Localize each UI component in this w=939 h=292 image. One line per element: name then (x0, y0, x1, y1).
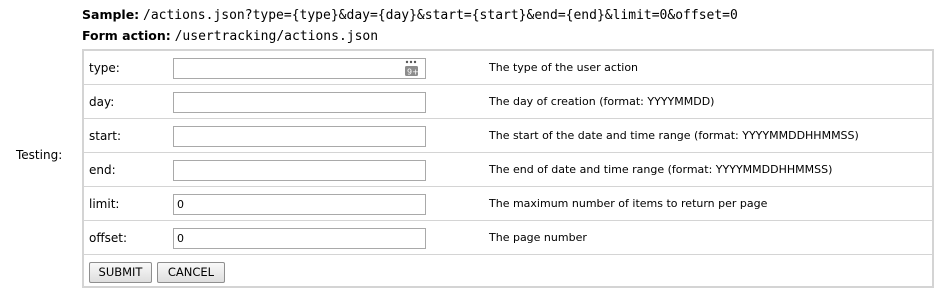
field-label: day: (89, 95, 115, 109)
form-action-line: Form action: /usertracking/actions.json (82, 27, 378, 45)
testing-form: type: 9+ The type of the user action day… (82, 49, 934, 288)
field-label: type: (89, 61, 120, 75)
field-label: start: (89, 129, 121, 143)
field-row-limit: limit: The maximum number of items to re… (84, 187, 932, 221)
testing-label: Testing: (16, 148, 63, 162)
sample-line: Sample: /actions.json?type={type}&day={d… (82, 6, 738, 24)
sample-label: Sample: (82, 7, 140, 22)
day-input[interactable] (173, 92, 426, 113)
field-row-offset: offset: The page number (84, 221, 932, 255)
svg-text:9+: 9+ (407, 68, 419, 77)
sample-url: /actions.json?type={type}&day={day}&star… (143, 8, 738, 23)
field-label: limit: (89, 197, 120, 211)
field-description: The page number (489, 231, 587, 244)
limit-input[interactable] (173, 194, 426, 215)
field-description: The start of the date and time range (fo… (489, 129, 859, 142)
field-row-end: end: The end of date and time range (for… (84, 153, 932, 187)
cancel-button[interactable]: CANCEL (157, 262, 225, 283)
offset-input[interactable] (173, 228, 426, 249)
field-description: The end of date and time range (format: … (489, 163, 833, 176)
type-input[interactable] (173, 58, 426, 79)
field-label: end: (89, 163, 116, 177)
form-action-label: Form action: (82, 28, 171, 43)
submit-button[interactable]: SUBMIT (89, 262, 152, 283)
field-description: The type of the user action (489, 61, 639, 74)
field-row-day: day: The day of creation (format: YYYYMM… (84, 85, 932, 119)
form-action-url: /usertracking/actions.json (174, 29, 379, 44)
start-input[interactable] (173, 126, 426, 147)
end-input[interactable] (173, 160, 426, 181)
field-description: The day of creation (format: YYYYMMDD) (489, 95, 715, 108)
field-row-start: start: The start of the date and time ra… (84, 119, 932, 153)
picker-icon[interactable]: 9+ (404, 60, 422, 77)
field-label: offset: (89, 231, 127, 245)
field-description: The maximum number of items to return pe… (489, 197, 768, 210)
field-row-type: type: 9+ The type of the user action (84, 51, 932, 85)
